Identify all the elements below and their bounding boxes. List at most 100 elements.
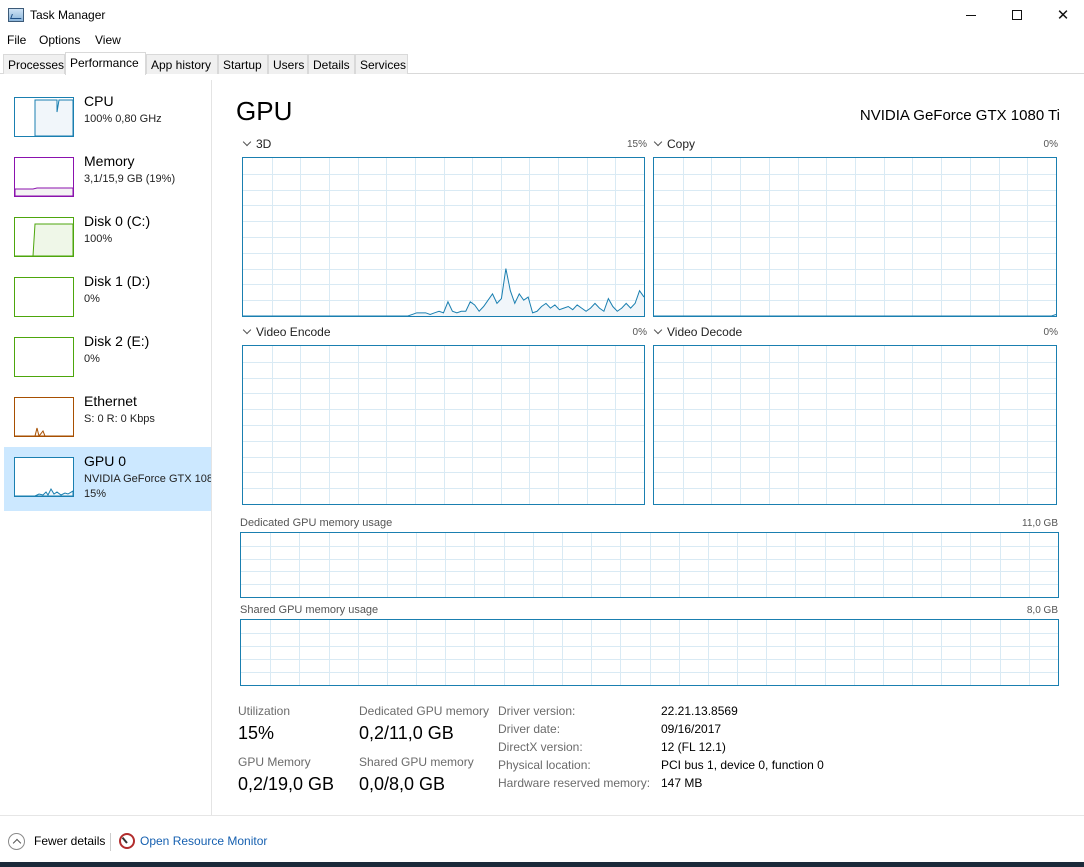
minimize-button[interactable] [948, 0, 994, 30]
graph-canvas [243, 158, 644, 316]
fewer-details-link[interactable]: Fewer details [34, 834, 105, 848]
tab-details[interactable]: Details [308, 54, 355, 74]
collapse-up-icon[interactable] [8, 833, 25, 850]
shared-memory-label: Shared GPU memory usage [240, 604, 379, 616]
engine-video-encode-percent: 0% [632, 327, 647, 338]
chevron-down-icon [242, 137, 252, 147]
thumbnail-trace [15, 187, 73, 196]
sidebar-item-cpu[interactable]: CPU 100% 0,80 GHz [4, 87, 211, 151]
resource-monitor-icon [119, 833, 135, 849]
thumbnail-trace [15, 427, 73, 436]
maximize-button[interactable] [994, 0, 1040, 30]
engine-3d-selector[interactable]: 3D [242, 137, 271, 151]
driver-version-label: Driver version: [498, 704, 576, 718]
menu-file[interactable]: File [7, 33, 26, 47]
sidebar-item-label: Disk 2 (E:) [84, 333, 150, 349]
dedicated-memory-stat-label: Dedicated GPU memory [359, 704, 490, 718]
sidebar-item-utilization: 15% [84, 488, 107, 500]
chevron-down-icon [242, 325, 252, 335]
gpu-graph-icon [14, 457, 74, 497]
sidebar-item-label: Disk 0 (C:) [84, 213, 151, 229]
utilization-label: Utilization [238, 704, 291, 718]
tab-bar: Processes Performance App history Startu… [0, 52, 1084, 75]
cpu-graph-icon [14, 97, 74, 137]
sidebar-item-label: Ethernet [84, 393, 137, 409]
sidebar-item-gpu-0[interactable]: GPU 0 NVIDIA GeForce GTX 1080 Ti 15% [4, 447, 211, 511]
sidebar-item-label: Memory [84, 153, 135, 169]
dedicated-memory-stat-value: 0,2/11,0 GB [359, 723, 454, 743]
shared-memory-capacity: 8,0 GB [1026, 605, 1058, 616]
tab-performance[interactable]: Performance [65, 52, 146, 75]
graph-canvas [654, 346, 1056, 504]
footer-bar: Fewer details Open Resource Monitor [0, 815, 1084, 867]
sidebar-item-disk-1[interactable]: Disk 1 (D:) 0% [4, 267, 211, 331]
dedicated-memory-graph [240, 532, 1059, 598]
tab-startup[interactable]: Startup [218, 54, 268, 74]
tab-processes[interactable]: Processes [3, 54, 65, 74]
page-title: GPU [236, 96, 293, 126]
graph-canvas [241, 620, 1058, 685]
engine-video-decode-label: Video Decode [667, 325, 743, 339]
usage-line [243, 268, 644, 316]
open-resource-monitor-link[interactable]: Open Resource Monitor [140, 834, 267, 848]
engine-copy-percent: 0% [1043, 139, 1058, 150]
engine-video-decode-graph [653, 345, 1057, 505]
directx-version-value: 12 (FL 12.1) [661, 740, 726, 754]
tab-services[interactable]: Services [355, 54, 408, 74]
sidebar-item-label: Disk 1 (D:) [84, 273, 151, 289]
dedicated-memory-capacity: 11,0 GB [1022, 518, 1058, 529]
chevron-down-icon [653, 137, 663, 147]
reserved-memory-label: Hardware reserved memory: [498, 776, 651, 790]
sidebar-item-detail: S: 0 R: 0 Kbps [84, 413, 155, 425]
sidebar-item-detail: 0% [84, 293, 100, 305]
sidebar-item-disk-2[interactable]: Disk 2 (E:) 0% [4, 327, 211, 391]
chevron-down-icon [653, 325, 663, 335]
engine-video-decode-percent: 0% [1043, 327, 1058, 338]
sidebar-item-detail: 0% [84, 353, 100, 365]
shared-memory-graph [240, 619, 1059, 686]
engine-copy-label: Copy [667, 137, 696, 151]
disk-graph-icon [14, 337, 74, 377]
network-graph-icon [14, 397, 74, 437]
window-title: Task Manager [30, 8, 106, 22]
minimize-icon [966, 14, 976, 16]
menu-view[interactable]: View [95, 33, 121, 47]
physical-location-label: Physical location: [498, 758, 591, 772]
engine-copy-graph [653, 157, 1057, 317]
tab-users[interactable]: Users [268, 54, 308, 74]
engine-3d-graph [242, 157, 645, 317]
sidebar-item-label: GPU 0 [84, 453, 127, 469]
sidebar-item-memory[interactable]: Memory 3,1/15,9 GB (19%) [4, 147, 211, 211]
menu-options[interactable]: Options [39, 33, 80, 47]
sidebar-item-ethernet[interactable]: Ethernet S: 0 R: 0 Kbps [4, 387, 211, 451]
sidebar-item-label: CPU [84, 93, 114, 109]
close-button[interactable]: ✕ [1040, 0, 1084, 30]
graph-canvas [241, 533, 1058, 597]
footer-divider [110, 833, 111, 851]
maximize-icon [1012, 10, 1022, 20]
engine-video-encode-graph [242, 345, 645, 505]
engine-copy-selector[interactable]: Copy [653, 137, 695, 151]
engine-video-encode-selector[interactable]: Video Encode [242, 325, 331, 339]
tab-app-history[interactable]: App history [146, 54, 218, 74]
taskbar-edge [0, 862, 1084, 867]
memory-graph-icon [14, 157, 74, 197]
graph-canvas [654, 158, 1056, 316]
title-bar: Task Manager ✕ [0, 0, 1084, 30]
reserved-memory-value: 147 MB [661, 776, 703, 790]
sidebar-item-disk-0[interactable]: Disk 0 (C:) 100% [4, 207, 211, 271]
engine-3d-label: 3D [256, 137, 272, 151]
utilization-value: 15% [238, 723, 275, 743]
disk-graph-icon [14, 217, 74, 257]
gpu-model-name: NVIDIA GeForce GTX 1080 Ti [859, 107, 1060, 124]
driver-date-value: 09/16/2017 [661, 722, 722, 736]
sidebar-item-detail: 100% 0,80 GHz [84, 113, 162, 125]
graph-canvas [243, 346, 644, 504]
task-manager-icon [8, 8, 24, 22]
driver-date-label: Driver date: [498, 722, 561, 736]
gpu-memory-label: GPU Memory [238, 755, 311, 769]
thumbnail-trace [34, 99, 73, 136]
engine-video-decode-selector[interactable]: Video Decode [653, 325, 742, 339]
sidebar-item-detail: 3,1/15,9 GB (19%) [84, 173, 176, 185]
gpu-memory-value: 0,2/19,0 GB [238, 774, 335, 794]
